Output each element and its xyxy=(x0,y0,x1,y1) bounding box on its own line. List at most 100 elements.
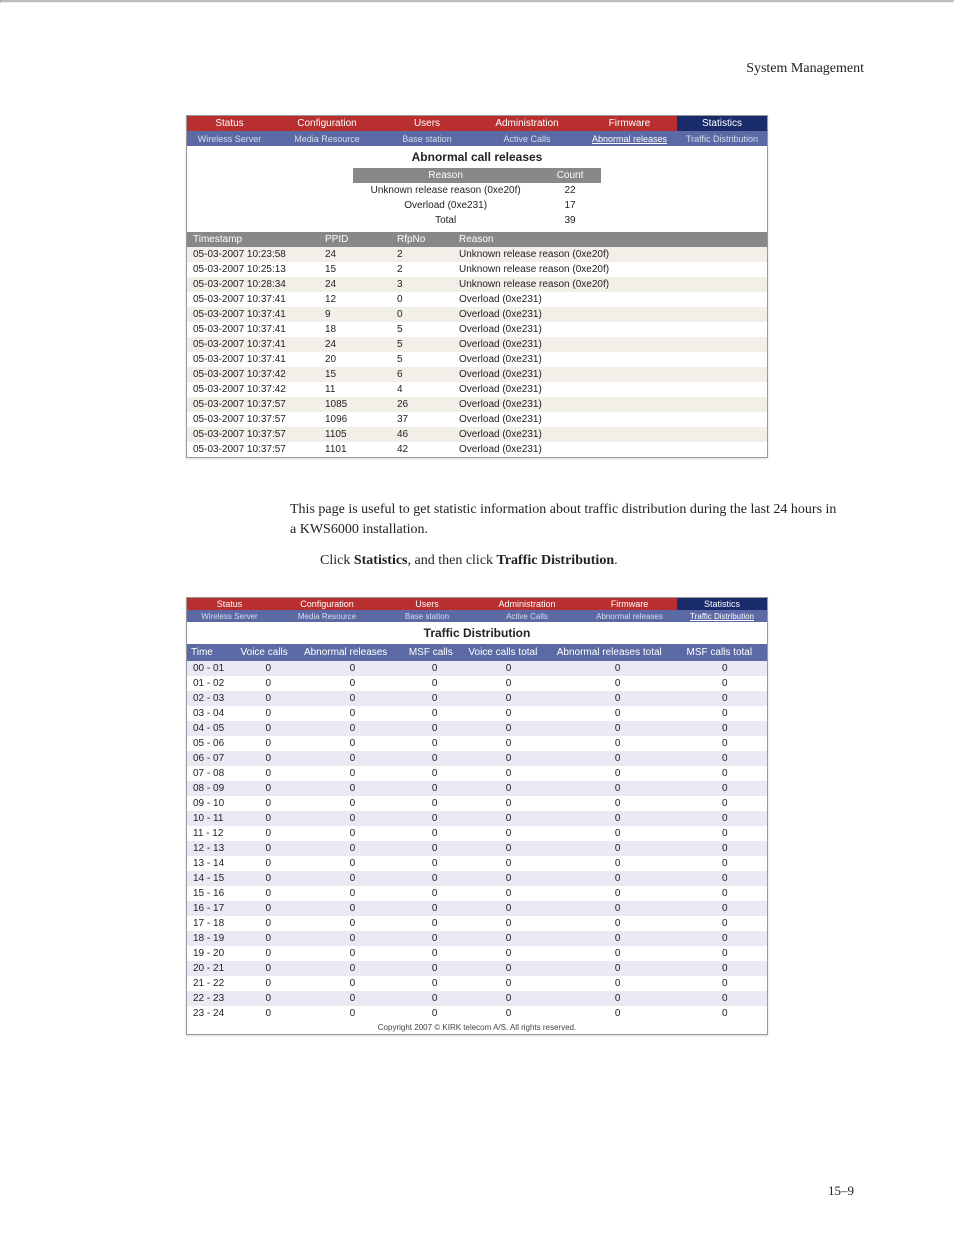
cell: 0 xyxy=(464,901,552,916)
screenshot-abnormal-releases: StatusConfigurationUsersAdministrationFi… xyxy=(186,115,768,458)
cell: 0 xyxy=(464,976,552,991)
cell: 0 xyxy=(405,931,465,946)
tab-statistics[interactable]: Statistics xyxy=(677,116,767,131)
tab-base-station[interactable]: Base station xyxy=(382,610,472,622)
tab-abnormal-releases[interactable]: Abnormal releases xyxy=(582,131,677,146)
cell: 0 xyxy=(464,721,552,736)
tab-active-calls[interactable]: Active Calls xyxy=(472,131,582,146)
cell: 05-03-2007 10:25:13 xyxy=(187,262,319,277)
cell: Overload (0xe231) xyxy=(453,322,767,337)
tab-wireless-server[interactable]: Wireless Server xyxy=(187,610,272,622)
table-row: 05-03-2007 10:37:57110546Overload (0xe23… xyxy=(187,427,767,442)
cell: 0 xyxy=(405,676,465,691)
tab-administration[interactable]: Administration xyxy=(472,116,582,131)
tab-users[interactable]: Users xyxy=(382,598,472,610)
table-row: 05-03-2007 10:37:57108526Overload (0xe23… xyxy=(187,397,767,412)
tab-firmware[interactable]: Firmware xyxy=(582,598,677,610)
cell: 42 xyxy=(391,442,453,457)
tab-statistics[interactable]: Statistics xyxy=(677,598,767,610)
cell: 0 xyxy=(683,946,768,961)
cell: 0 xyxy=(237,841,300,856)
sum-cell: 22 xyxy=(539,183,602,198)
tab-media-resource[interactable]: Media Resource xyxy=(272,610,382,622)
cell: 0 xyxy=(553,931,683,946)
table-row: 05-03-2007 10:23:58242Unknown release re… xyxy=(187,247,767,262)
cell: 0 xyxy=(300,826,405,841)
cell: 0 xyxy=(405,901,465,916)
tab-users[interactable]: Users xyxy=(382,116,472,131)
cell: 0 xyxy=(683,856,768,871)
col-header: RfpNo xyxy=(391,232,453,247)
cell: 0 xyxy=(391,307,453,322)
cell: 9 xyxy=(319,307,391,322)
tab-abnormal-releases[interactable]: Abnormal releases xyxy=(582,610,677,622)
cell: 0 xyxy=(553,826,683,841)
table-row: 05-03-2007 10:37:42156Overload (0xe231) xyxy=(187,367,767,382)
tab-configuration[interactable]: Configuration xyxy=(272,598,382,610)
col-header: MSF calls total xyxy=(683,644,768,661)
col-header: Voice calls total xyxy=(464,644,552,661)
table-row: 15 - 16000000 xyxy=(187,886,767,901)
tab-traffic-distribution[interactable]: Traffic Distribution xyxy=(677,131,767,146)
cell: 0 xyxy=(300,706,405,721)
cell: 0 xyxy=(300,691,405,706)
cell: 0 xyxy=(300,871,405,886)
cell: 0 xyxy=(464,931,552,946)
table-row: 05-03-2007 10:37:41245Overload (0xe231) xyxy=(187,337,767,352)
cell: 0 xyxy=(464,661,552,676)
cell: 05-03-2007 10:37:41 xyxy=(187,292,319,307)
cell: 0 xyxy=(405,886,465,901)
cell: 0 xyxy=(300,721,405,736)
cell: 0 xyxy=(553,751,683,766)
tab-active-calls[interactable]: Active Calls xyxy=(472,610,582,622)
tab-media-resource[interactable]: Media Resource xyxy=(272,131,382,146)
cell: 0 xyxy=(683,811,768,826)
cell: 0 xyxy=(553,676,683,691)
cell: 0 xyxy=(300,946,405,961)
cell: 24 xyxy=(319,277,391,292)
cell: 0 xyxy=(464,961,552,976)
screenshot-traffic-distribution: StatusConfigurationUsersAdministrationFi… xyxy=(186,597,768,1035)
cell: 0 xyxy=(553,796,683,811)
cell: 18 - 19 xyxy=(187,931,237,946)
table-row: 11 - 12000000 xyxy=(187,826,767,841)
cell: 10 - 11 xyxy=(187,811,237,826)
cell: 00 - 01 xyxy=(187,661,237,676)
cell: 0 xyxy=(464,811,552,826)
tab-status[interactable]: Status xyxy=(187,598,272,610)
tab-base-station[interactable]: Base station xyxy=(382,131,472,146)
cell: 22 - 23 xyxy=(187,991,237,1006)
cell: 0 xyxy=(237,826,300,841)
tab-administration[interactable]: Administration xyxy=(472,598,582,610)
step-text: . xyxy=(614,553,618,568)
cell: 0 xyxy=(405,991,465,1006)
tab-traffic-distribution[interactable]: Traffic Distribution xyxy=(677,610,767,622)
cell: 03 - 04 xyxy=(187,706,237,721)
cell: 0 xyxy=(553,946,683,961)
tab-wireless-server[interactable]: Wireless Server xyxy=(187,131,272,146)
cell: 0 xyxy=(683,841,768,856)
table-row: 03 - 04000000 xyxy=(187,706,767,721)
cell: 1101 xyxy=(319,442,391,457)
cell: 0 xyxy=(553,721,683,736)
col-header: Timestamp xyxy=(187,232,319,247)
cell: 0 xyxy=(683,736,768,751)
tab-configuration[interactable]: Configuration xyxy=(272,116,382,131)
col-header: Abnormal releases total xyxy=(553,644,683,661)
cell: 0 xyxy=(300,661,405,676)
cell: 05-03-2007 10:37:57 xyxy=(187,442,319,457)
cell: 12 xyxy=(319,292,391,307)
tab-status[interactable]: Status xyxy=(187,116,272,131)
cell: 18 xyxy=(319,322,391,337)
sum-cell: Overload (0xe231) xyxy=(353,198,539,213)
tab-firmware[interactable]: Firmware xyxy=(582,116,677,131)
cell: 0 xyxy=(405,661,465,676)
table-row: 08 - 09000000 xyxy=(187,781,767,796)
cell: Unknown release reason (0xe20f) xyxy=(453,247,767,262)
cell: 0 xyxy=(553,886,683,901)
table-row: 18 - 19000000 xyxy=(187,931,767,946)
cell: 0 xyxy=(405,706,465,721)
cell: 0 xyxy=(553,856,683,871)
table-row: 10 - 11000000 xyxy=(187,811,767,826)
cell: 0 xyxy=(553,901,683,916)
